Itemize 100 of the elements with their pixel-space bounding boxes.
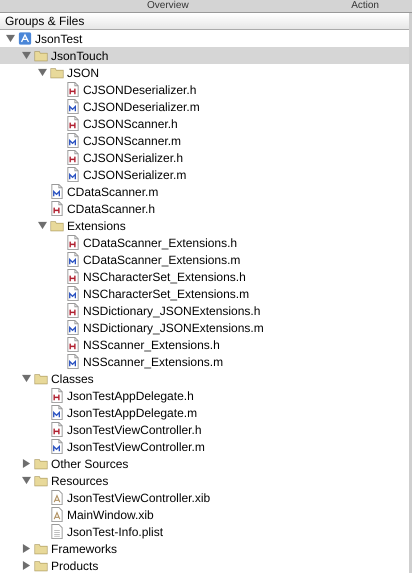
tree-item-label: Extensions xyxy=(67,218,126,232)
tree-item-label: CJSONDeserializer.h xyxy=(83,82,196,96)
source-file-icon xyxy=(66,167,80,182)
source-file-icon xyxy=(50,439,64,454)
tree-row[interactable]: CDataScanner.h xyxy=(0,200,409,217)
tree-row[interactable]: CJSONDeserializer.m xyxy=(0,98,409,115)
tree-item-label: CJSONSerializer.m xyxy=(83,168,186,182)
expanded-triangle-icon[interactable] xyxy=(6,34,15,43)
tree-row[interactable]: JsonTestViewController.m xyxy=(0,438,409,455)
tree-item-label: Frameworks xyxy=(51,542,118,556)
tree-item-label: CDataScanner.h xyxy=(67,202,156,216)
tree-row[interactable]: NSDictionary_JSONExtensions.h xyxy=(0,302,409,319)
tree-item-label: JsonTestViewController.h xyxy=(67,422,202,436)
tree-row[interactable]: CJSONScanner.h xyxy=(0,115,409,132)
tree-row[interactable]: NSCharacterSet_Extensions.m xyxy=(0,285,409,302)
header-file-icon xyxy=(50,388,64,403)
tree-item-label: JsonTest-Info.plist xyxy=(67,524,164,538)
tree-item-label: NSCharacterSet_Extensions.m xyxy=(83,286,250,300)
tree-row[interactable]: Extensions xyxy=(0,217,409,234)
tree-item-label: NSCharacterSet_Extensions.h xyxy=(83,270,246,284)
tree-row[interactable]: Resources xyxy=(0,472,409,489)
header-file-icon xyxy=(66,116,80,131)
header-file-icon xyxy=(66,150,80,165)
tree-item-label: CJSONSerializer.h xyxy=(83,150,184,164)
tree-item-label: JsonTestAppDelegate.m xyxy=(67,406,198,420)
tree-row[interactable]: JsonTest-Info.plist xyxy=(0,523,409,540)
tree-row[interactable]: Classes xyxy=(0,370,409,387)
header-file-icon xyxy=(66,235,80,250)
source-file-icon xyxy=(66,320,80,335)
tree-item-label: JsonTest xyxy=(35,32,82,46)
tree-row[interactable]: NSScanner_Extensions.h xyxy=(0,336,409,353)
tree-item-label: Other Sources xyxy=(51,456,128,470)
tree-item-label: NSScanner_Extensions.m xyxy=(83,354,224,368)
tree-item-label: Products xyxy=(51,558,98,572)
tree-item-label: JsonTestAppDelegate.h xyxy=(67,388,194,402)
column-header-label: Overview xyxy=(147,0,189,12)
tree-item-label: JSON xyxy=(67,66,100,80)
expanded-triangle-icon[interactable] xyxy=(22,51,31,60)
tree-item-label: Classes xyxy=(51,372,94,386)
tree-item-label: JsonTestViewController.xib xyxy=(67,490,210,504)
header-file-icon xyxy=(66,269,80,284)
header-file-icon xyxy=(66,303,80,318)
tree-item-label: CDataScanner_Extensions.h xyxy=(83,236,238,250)
tree-item-label: MainWindow.xib xyxy=(67,508,154,522)
tree-row[interactable]: NSDictionary_JSONExtensions.m xyxy=(0,319,409,336)
tree-item-label: CJSONScanner.h xyxy=(83,116,178,130)
tree-row[interactable]: CJSONDeserializer.h xyxy=(0,81,409,98)
tree-row[interactable]: NSCharacterSet_Extensions.h xyxy=(0,268,409,285)
tree-row[interactable]: Other Sources xyxy=(0,455,409,472)
tree-row[interactable]: NSScanner_Extensions.m xyxy=(0,353,409,370)
source-file-icon xyxy=(66,133,80,148)
tree-row[interactable]: JSON xyxy=(0,64,409,81)
tree-row[interactable]: CJSONSerializer.m xyxy=(0,166,409,183)
tree-row[interactable]: CJSONSerializer.h xyxy=(0,149,409,166)
header-file-icon xyxy=(66,337,80,352)
header-file-icon xyxy=(50,422,64,437)
project-icon xyxy=(18,31,32,46)
source-file-icon xyxy=(66,99,80,114)
tree-row[interactable]: CJSONScanner.m xyxy=(0,132,409,149)
tree-item-label: NSScanner_Extensions.h xyxy=(83,338,220,352)
panel-header: Groups & Files xyxy=(0,13,409,30)
column-header-label: Action xyxy=(351,0,379,12)
expanded-triangle-icon[interactable] xyxy=(38,68,47,77)
expanded-triangle-icon[interactable] xyxy=(22,374,31,383)
tree-item-label: Resources xyxy=(51,474,108,488)
tree-row[interactable]: JsonTestAppDelegate.h xyxy=(0,387,409,404)
tree-row[interactable]: Frameworks xyxy=(0,540,409,557)
list-file-icon xyxy=(50,524,64,539)
tree-row[interactable]: CDataScanner_Extensions.m xyxy=(0,251,409,268)
expanded-triangle-icon[interactable] xyxy=(38,221,47,230)
tree-row[interactable]: JsonTestViewController.xib xyxy=(0,489,409,506)
collapsed-triangle-icon[interactable] xyxy=(22,544,31,553)
source-file-icon xyxy=(66,354,80,369)
tree-item-label: CDataScanner.m xyxy=(67,184,158,198)
source-file-icon xyxy=(50,405,64,420)
header-file-icon xyxy=(50,201,64,216)
tree-item-label: CJSONScanner.m xyxy=(83,134,182,148)
tree-row[interactable]: JsonTouch xyxy=(0,47,409,64)
header-file-icon xyxy=(66,82,80,97)
tree-item-label: JsonTestViewController.m xyxy=(67,440,205,454)
tree-row[interactable]: JsonTestAppDelegate.m xyxy=(0,404,409,421)
tree-row[interactable]: MainWindow.xib xyxy=(0,506,409,523)
collapsed-triangle-icon[interactable] xyxy=(22,459,31,468)
tree-row[interactable]: JsonTestViewController.h xyxy=(0,421,409,438)
source-file-icon xyxy=(66,252,80,267)
tree-item-label: NSDictionary_JSONExtensions.m xyxy=(83,320,264,334)
tree-item-label: CJSONDeserializer.m xyxy=(83,100,200,114)
tree-item-label: JsonTouch xyxy=(51,48,108,62)
collapsed-triangle-icon[interactable] xyxy=(22,561,31,570)
source-file-icon xyxy=(50,184,64,199)
tree-item-label: CDataScanner_Extensions.m xyxy=(83,252,240,266)
source-file-icon xyxy=(66,286,80,301)
interface-file-icon xyxy=(50,490,64,505)
tree-item-label: NSDictionary_JSONExtensions.h xyxy=(83,304,260,318)
tree-row[interactable]: Products xyxy=(0,557,409,573)
tree-row[interactable]: CDataScanner.m xyxy=(0,183,409,200)
tree-row[interactable]: CDataScanner_Extensions.h xyxy=(0,234,409,251)
tree-row[interactable]: JsonTest xyxy=(0,30,409,47)
expanded-triangle-icon[interactable] xyxy=(22,476,31,485)
interface-file-icon xyxy=(50,507,64,522)
